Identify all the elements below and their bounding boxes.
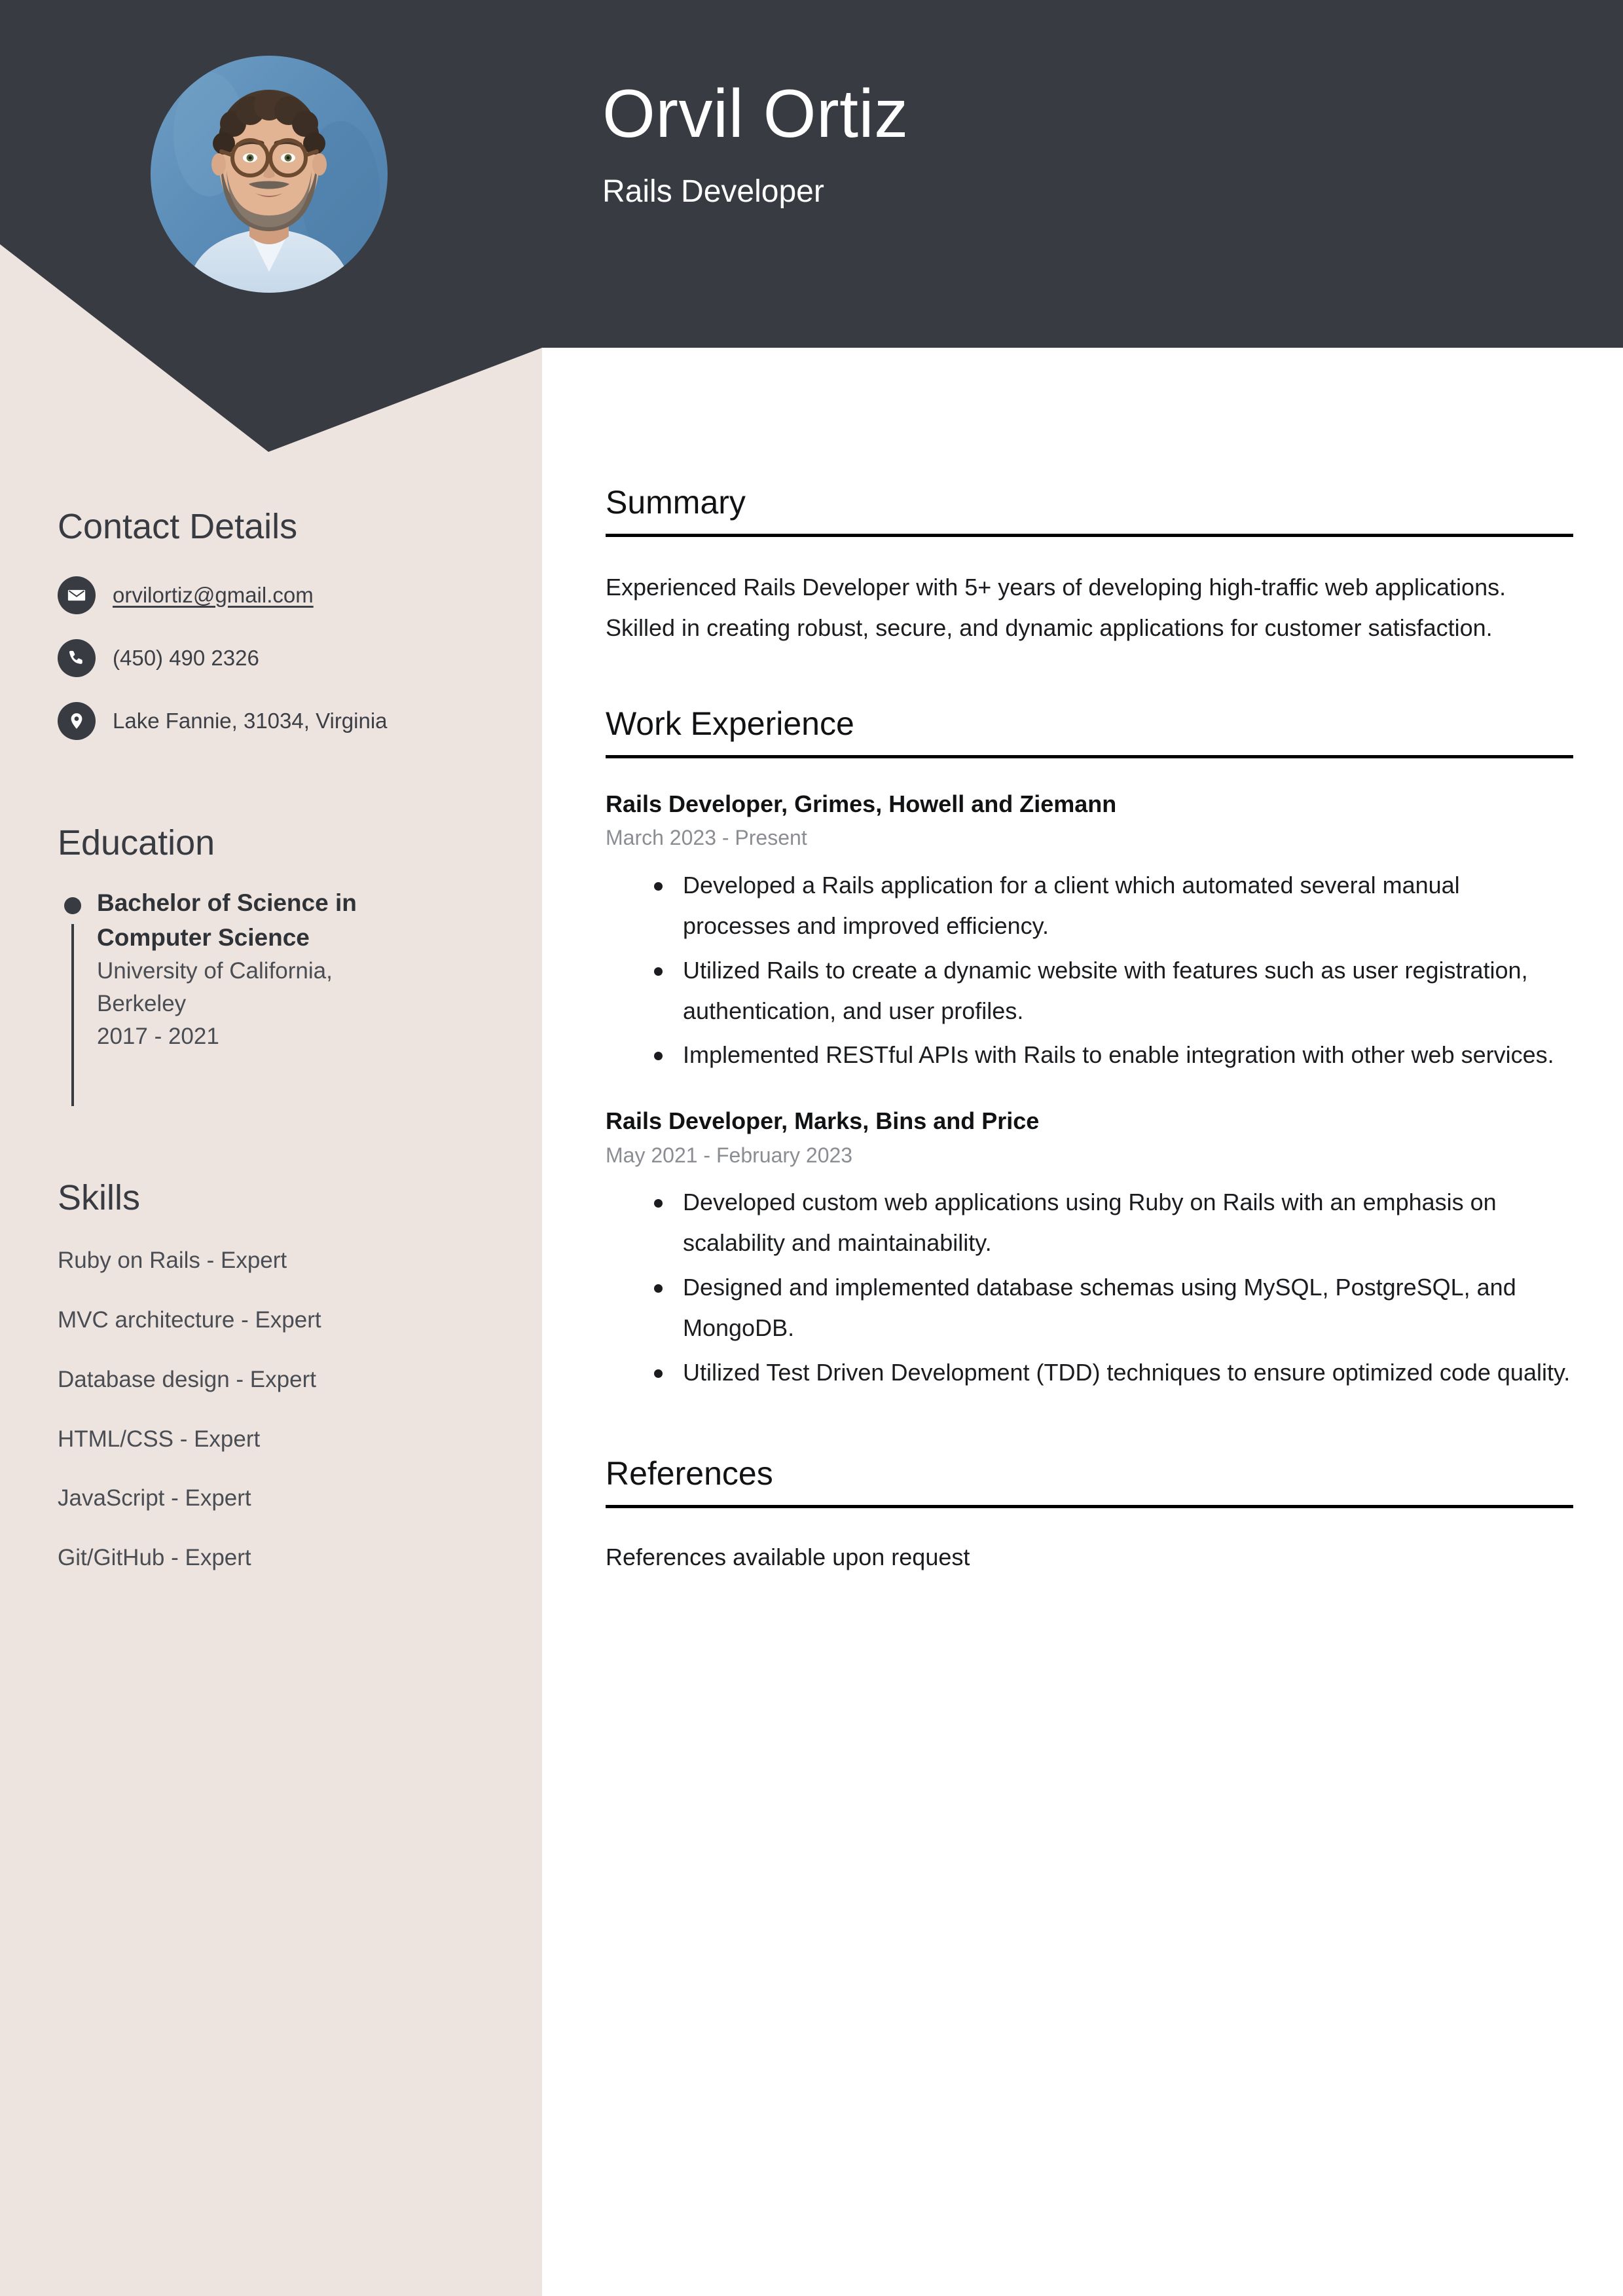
header-job-title: Rails Developer [602,174,824,210]
job-bullet: Implemented RESTful APIs with Rails to e… [654,1035,1573,1075]
work-experience-heading: Work Experience [606,705,854,742]
header-text-block: Orvil Ortiz Rails Developer [602,76,909,210]
contact-item-address: Lake Fannie, 31034, Virginia [58,702,600,741]
work-experience-section: Work Experience Rails Developer, Grimes,… [606,705,1573,1393]
work-experience-heading-rule [606,754,1573,758]
education-timeline-rule [71,924,74,1107]
job-dates: May 2021 - February 2023 [606,1143,853,1167]
skill-item: Ruby on Rails - Expert [58,1248,287,1274]
envelope-icon [58,576,96,615]
job-title-company: Rails Developer, Grimes, Howell and Ziem… [606,790,1117,817]
references-text: References available upon request [606,1543,970,1570]
references-heading: References [606,1454,773,1492]
contact-phone-value: (450) 490 2326 [113,645,259,670]
summary-text: Experienced Rails Developer with 5+ year… [606,574,1506,641]
education-section: Education Bachelor of Science in Compute… [0,823,639,1107]
education-school: University of California, Berkeley [97,958,333,1017]
references-heading-rule [606,1504,1573,1508]
education-dates: 2017 - 2021 [97,1023,219,1049]
skill-item: MVC architecture - Expert [58,1307,321,1333]
contact-details-heading: Contact Details [58,507,298,546]
skill-item: Git/GitHub - Expert [58,1545,251,1571]
skill-item: HTML/CSS - Expert [58,1426,261,1452]
skill-item: Database design - Expert [58,1366,316,1392]
job-spacer [606,1081,1573,1105]
summary-heading-rule [606,534,1573,537]
contact-item-email[interactable]: orvilortiz@gmail.com [58,576,600,615]
phone-icon [58,639,96,678]
references-section: References References available upon req… [606,1454,1573,1576]
job-title-company: Rails Developer, Marks, Bins and Price [606,1107,1040,1135]
job-dates: March 2023 - Present [606,826,807,850]
education-bullet-icon [64,897,81,915]
skills-heading: Skills [58,1178,141,1217]
skills-section: Skills Ruby on Rails - Expert MVC archit… [0,1178,639,1603]
job-entry: Rails Developer, Marks, Bins and Price M… [606,1105,1573,1393]
job-bullet: Designed and implemented database schema… [654,1267,1573,1348]
contact-list: orvilortiz@gmail.com (450) 490 2326 Lake… [58,576,600,741]
summary-section: Summary Experienced Rails Developer with… [606,485,1573,648]
avatar [151,56,388,293]
job-bullet: Developed custom web applications using … [654,1182,1573,1263]
job-entry: Rails Developer, Grimes, Howell and Ziem… [606,788,1573,1076]
job-bullet: Utilized Test Driven Development (TDD) t… [654,1352,1573,1393]
contact-details-section: Contact Details orvilortiz@gmail.com (45… [0,507,639,765]
summary-heading: Summary [606,484,746,521]
education-list: Bachelor of Science in Computer Science … [58,886,600,1107]
location-pin-icon [58,702,96,741]
education-degree: Bachelor of Science in Computer Science [97,889,357,951]
contact-address-value: Lake Fannie, 31034, Virginia [113,708,388,733]
skills-list: Ruby on Rails - Expert MVC architecture … [58,1246,600,1572]
job-bullet: Developed a Rails application for a clie… [654,865,1573,946]
contact-email-value[interactable]: orvilortiz@gmail.com [113,582,314,610]
skill-item: JavaScript - Expert [58,1485,251,1511]
profile-photo-illustration [151,56,388,293]
job-bullet: Utilized Rails to create a dynamic websi… [654,950,1573,1031]
main-content: Summary Experienced Rails Developer with… [606,485,1573,1576]
job-bullet-list: Developed a Rails application for a clie… [606,865,1573,1076]
education-heading: Education [58,823,215,862]
contact-item-phone[interactable]: (450) 490 2326 [58,639,600,678]
job-bullet-list: Developed custom web applications using … [606,1182,1573,1393]
education-item: Bachelor of Science in Computer Science … [58,886,600,1107]
page-title: Orvil Ortiz [602,76,909,152]
header-banner: Orvil Ortiz Rails Developer [0,0,1623,452]
